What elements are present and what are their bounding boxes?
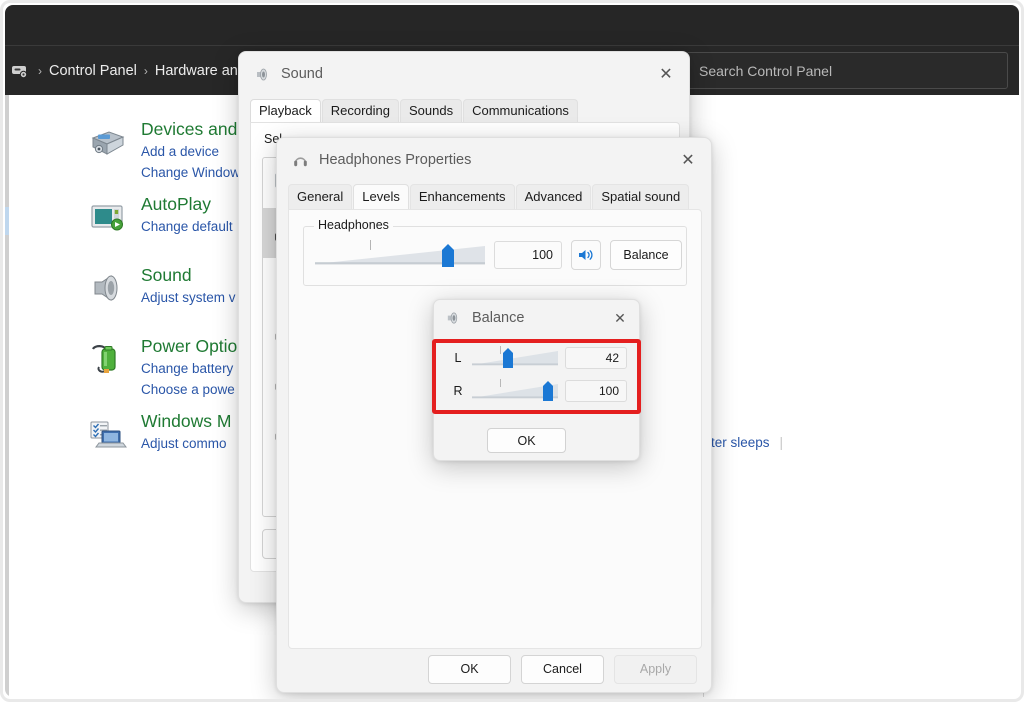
volume-value[interactable]: 100 — [494, 241, 562, 269]
headphones-level-group: Headphones 100 Balance — [303, 218, 687, 286]
item-title[interactable]: Windows M — [141, 409, 231, 433]
close-icon[interactable]: ✕ — [601, 300, 639, 336]
apply-button: Apply — [614, 654, 697, 684]
breadcrumb-separator-1: › — [38, 64, 42, 78]
headphones-tab-bar: General Levels Enhancements Advanced Spa… — [277, 182, 713, 209]
breadcrumb-separator-2: › — [143, 64, 148, 78]
slider-tick — [500, 346, 501, 354]
volume-slider[interactable] — [315, 240, 485, 268]
item-title[interactable]: AutoPlay — [141, 192, 233, 216]
item-link[interactable]: Change Window — [141, 162, 240, 183]
tab-playback[interactable]: Playback — [250, 99, 321, 122]
item-title[interactable]: Power Optio — [141, 334, 237, 358]
autoplay-icon — [85, 195, 129, 239]
channel-label-left: L — [454, 351, 462, 365]
item-texts: Sound Adjust system v — [141, 263, 236, 308]
close-icon[interactable]: ✕ — [665, 138, 711, 182]
balance-body: L 42 R 100 OK — [434, 336, 641, 462]
item-link[interactable]: Change default — [141, 216, 233, 237]
speaker-volume-icon[interactable] — [571, 240, 601, 270]
slider-tick — [500, 379, 501, 387]
item-texts: Power Optio Change battery Choose a powe — [141, 334, 237, 400]
control-panel-icon — [9, 60, 31, 82]
tab-general[interactable]: General — [288, 184, 353, 209]
scrollbar-track[interactable] — [5, 95, 9, 697]
left-slider-thumb[interactable] — [502, 348, 514, 369]
headphones-icon — [291, 151, 309, 169]
sound-tab-bar: Playback Recording Sounds Communications — [239, 96, 691, 122]
truncated-link-fragment[interactable]: ter sleeps | — [711, 435, 783, 450]
ok-button[interactable]: OK — [428, 654, 511, 684]
item-link[interactable]: Choose a powe — [141, 379, 237, 400]
tab-spatial-sound[interactable]: Spatial sound — [592, 184, 690, 209]
speaker-icon — [253, 65, 271, 83]
item-link[interactable]: Add a device — [141, 141, 240, 162]
item-title[interactable]: Sound — [141, 263, 236, 287]
left-channel-slider[interactable] — [472, 346, 558, 369]
sound-dialog-titlebar: Sound ✕ — [239, 52, 689, 96]
item-texts: Windows M Adjust commo — [141, 409, 231, 454]
sound-speaker-icon — [85, 266, 129, 310]
headphones-properties-titlebar: Headphones Properties ✕ — [277, 138, 711, 182]
balance-dialog-title: Balance — [472, 310, 525, 326]
cancel-button[interactable]: Cancel — [521, 654, 604, 684]
tab-advanced[interactable]: Advanced — [515, 184, 592, 209]
item-link[interactable]: Change battery — [141, 358, 237, 379]
screenshot-root: › Control Panel › Hardware an Search Con… — [0, 0, 1024, 702]
left-channel-value[interactable]: 42 — [565, 347, 627, 369]
item-title[interactable]: Devices and — [141, 117, 240, 141]
right-channel-value[interactable]: 100 — [565, 380, 627, 402]
tab-sounds[interactable]: Sounds — [400, 99, 463, 122]
item-link[interactable]: Adjust system v — [141, 287, 236, 308]
item-texts: Devices and Add a device Change Window — [141, 117, 240, 183]
close-icon[interactable]: ✕ — [643, 52, 689, 96]
breadcrumb-item-control-panel[interactable]: Control Panel — [49, 63, 137, 79]
fragment-text: ter sleeps — [711, 435, 770, 450]
balance-row-left: L 42 — [451, 346, 627, 369]
windows-mobility-center-icon — [85, 412, 129, 456]
right-channel-slider[interactable] — [472, 379, 558, 402]
text-cursor: | — [779, 435, 784, 450]
control-panel-titlebar — [5, 5, 1019, 45]
balance-ok-button[interactable]: OK — [487, 428, 566, 453]
volume-row: 100 Balance — [315, 240, 682, 270]
slider-thumb[interactable] — [441, 244, 455, 268]
headphones-properties-title: Headphones Properties — [319, 152, 472, 168]
item-link[interactable]: Adjust commo — [141, 433, 231, 454]
breadcrumb-item-hardware[interactable]: Hardware an — [155, 63, 238, 79]
balance-dialog[interactable]: Balance ✕ L 42 R 100 OK — [433, 299, 640, 461]
tab-recording[interactable]: Recording — [321, 99, 400, 122]
slider-tick — [370, 240, 371, 250]
headphones-dialog-footer: OK Cancel Apply — [277, 646, 713, 692]
tab-enhancements[interactable]: Enhancements — [409, 184, 515, 209]
speaker-icon — [444, 309, 462, 327]
balance-button[interactable]: Balance — [610, 240, 682, 270]
sound-dialog-title: Sound — [281, 66, 323, 82]
devices-printers-icon — [85, 120, 129, 164]
balance-row-right: R 100 — [451, 379, 627, 402]
power-options-battery-icon — [85, 337, 129, 381]
scrollbar-thumb[interactable] — [5, 207, 9, 235]
group-label: Headphones — [314, 218, 393, 232]
breadcrumb: › Control Panel › Hardware an — [9, 57, 238, 85]
right-slider-thumb[interactable] — [542, 381, 554, 402]
tab-levels[interactable]: Levels — [353, 184, 409, 209]
search-input[interactable]: Search Control Panel — [686, 52, 1008, 89]
tab-communications[interactable]: Communications — [463, 99, 578, 122]
item-texts: AutoPlay Change default — [141, 192, 233, 237]
channel-label-right: R — [453, 384, 463, 398]
balance-dialog-titlebar: Balance ✕ — [434, 300, 639, 336]
